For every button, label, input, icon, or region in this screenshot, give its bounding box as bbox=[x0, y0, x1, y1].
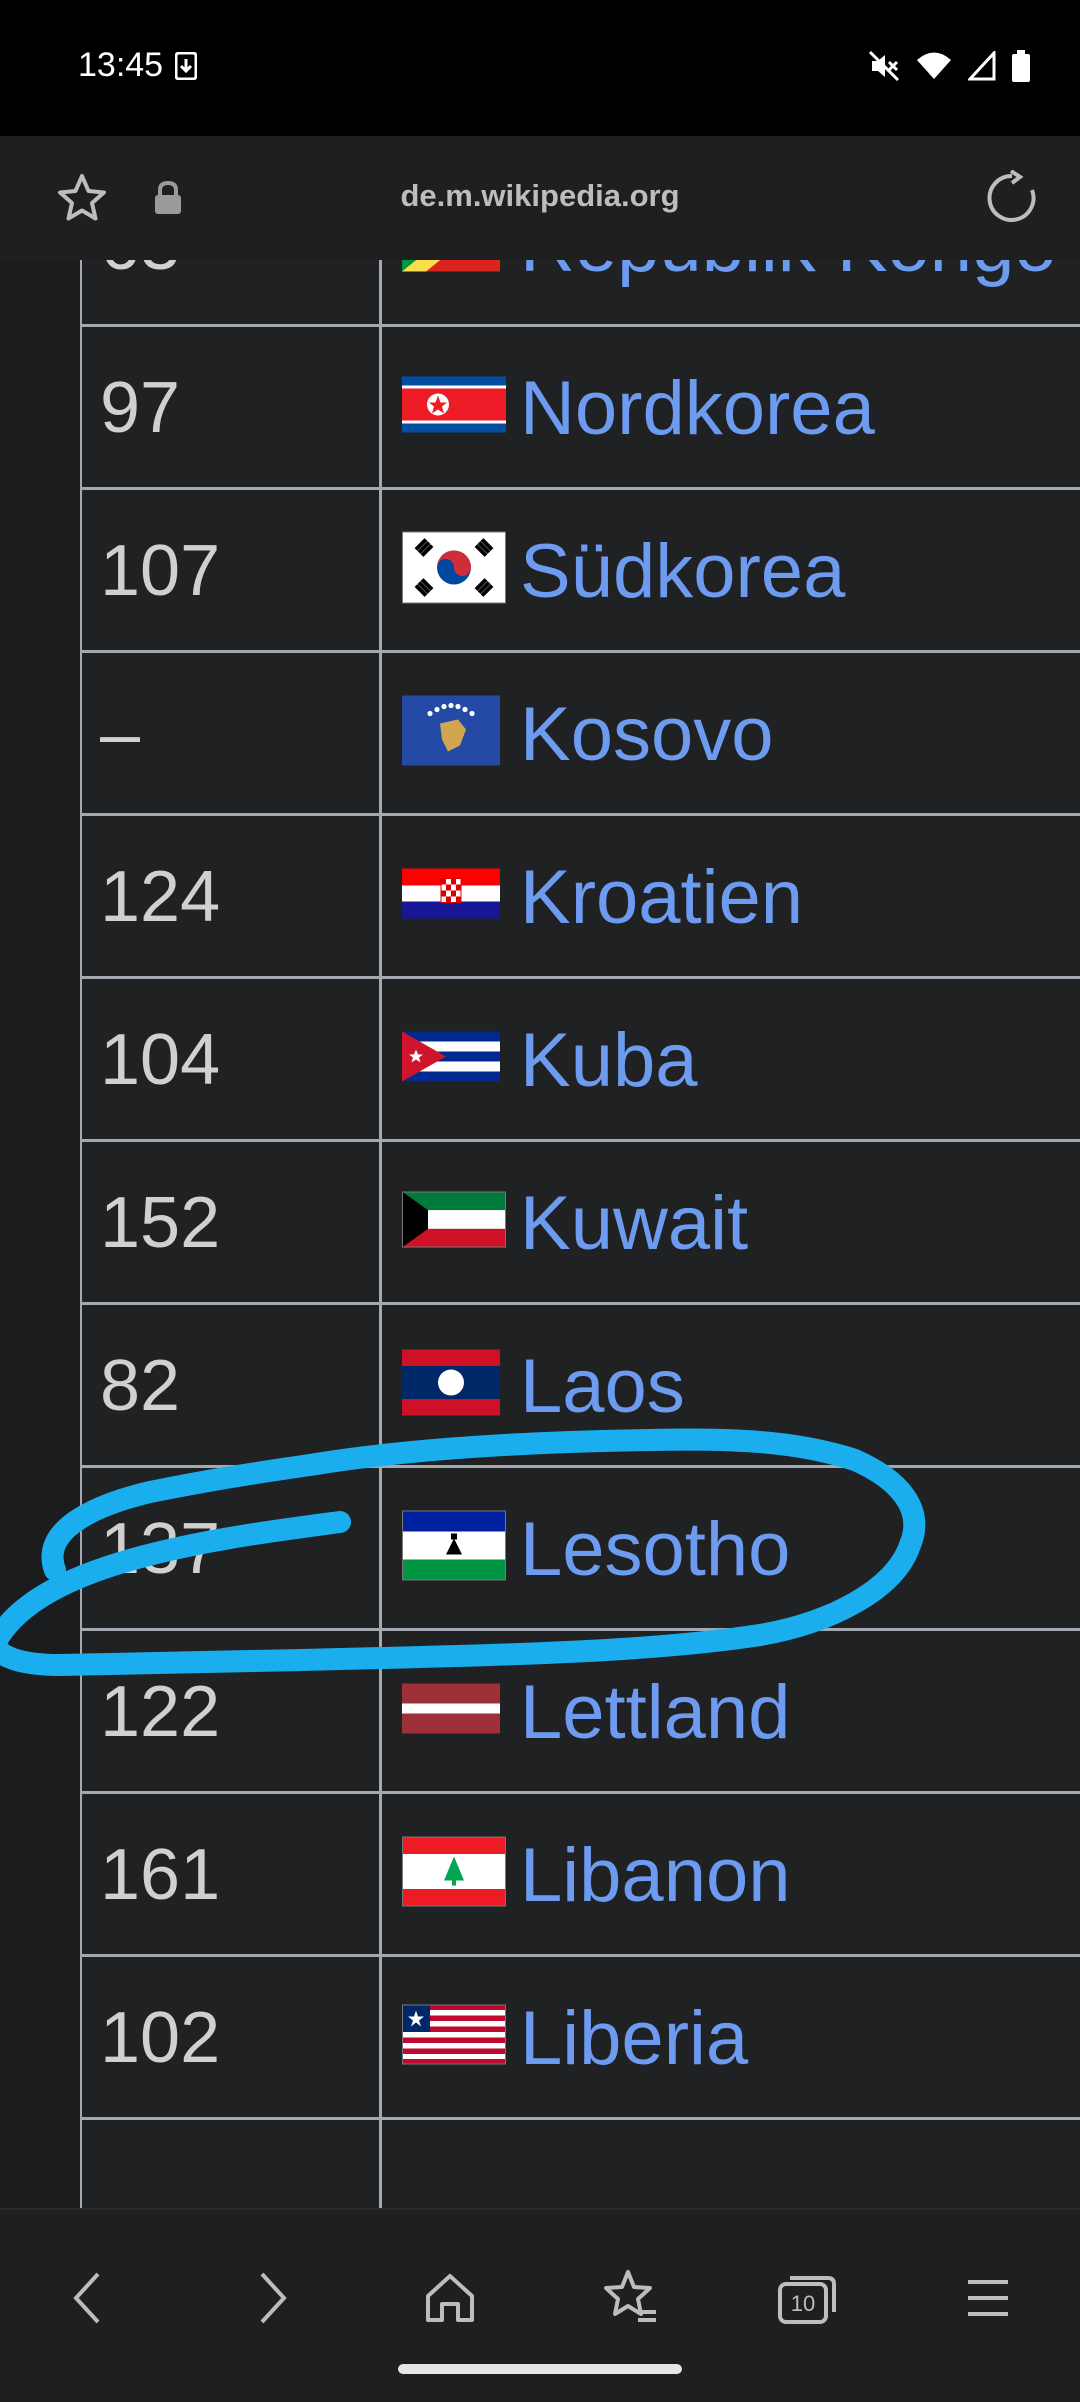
table-cell-number: 122 bbox=[82, 1631, 382, 1791]
table-cell-number: – bbox=[82, 653, 382, 813]
reload-icon[interactable] bbox=[984, 169, 1040, 231]
table-row: 63 Republik Kongo bbox=[82, 260, 1080, 327]
lebanon-flag-icon bbox=[401, 1835, 507, 1912]
congo-flag-icon bbox=[402, 260, 500, 277]
table-cell-country: Liberia bbox=[382, 1957, 1080, 2117]
table-row: 152 Kuwait bbox=[82, 1142, 1080, 1305]
battery-icon bbox=[1012, 50, 1030, 87]
table-cell-number: 63 bbox=[82, 260, 382, 324]
status-time: 13:45 bbox=[78, 46, 164, 84]
table-cell-country: Libanon bbox=[382, 1794, 1080, 1954]
table-row: 137 Lesotho bbox=[82, 1468, 1080, 1631]
table-row: – Kosovo bbox=[82, 653, 1080, 816]
cuba-flag-icon bbox=[402, 1031, 500, 1087]
page-content[interactable]: 63 Republik Kongo 97 Nordkorea 107 bbox=[0, 260, 1080, 2208]
table-cell-number: 137 bbox=[82, 1468, 382, 1628]
country-link[interactable]: Kroatien bbox=[520, 816, 803, 979]
country-link[interactable]: Kosovo bbox=[520, 653, 774, 816]
back-icon[interactable] bbox=[38, 2248, 138, 2348]
table-cell-country bbox=[382, 2120, 1080, 2208]
table-cell-number: 97 bbox=[82, 327, 382, 487]
download-icon bbox=[174, 51, 198, 85]
country-link[interactable]: Kuwait bbox=[520, 1142, 748, 1305]
status-bar: 13:45 bbox=[0, 0, 1080, 136]
south-korea-flag-icon bbox=[401, 530, 507, 609]
table-row: 124 Kroatien bbox=[82, 816, 1080, 979]
table-cell-country: Kroatien bbox=[382, 816, 1080, 976]
table-cell-number: 102 bbox=[82, 1957, 382, 2117]
tabs-icon[interactable]: 10 bbox=[758, 2248, 858, 2348]
home-indicator[interactable] bbox=[398, 2364, 682, 2374]
croatia-flag-icon bbox=[402, 868, 500, 924]
table-cell-country: Kosovo bbox=[382, 653, 1080, 813]
table-cell-country: Republik Kongo bbox=[382, 260, 1080, 324]
table-cell-country: Nordkorea bbox=[382, 327, 1080, 487]
north-korea-flag-icon bbox=[402, 376, 506, 438]
latvia-flag-icon bbox=[402, 1683, 500, 1739]
home-icon[interactable] bbox=[400, 2248, 500, 2348]
country-link[interactable]: Nordkorea bbox=[520, 327, 875, 490]
table-cell-country: Laos bbox=[382, 1305, 1080, 1465]
table-row bbox=[82, 2120, 1080, 2208]
mute-icon bbox=[868, 50, 900, 87]
country-link[interactable]: Lettland bbox=[520, 1631, 790, 1794]
table-cell-number: 124 bbox=[82, 816, 382, 976]
table-cell-number: 104 bbox=[82, 979, 382, 1139]
table-row: 102 Liberia bbox=[82, 1957, 1080, 2120]
table-row: 107 Südkorea bbox=[82, 490, 1080, 653]
table-cell-country: Lesotho bbox=[382, 1468, 1080, 1628]
kosovo-flag-icon bbox=[402, 695, 500, 771]
country-link[interactable]: Republik Kongo bbox=[520, 260, 1057, 327]
wifi-icon bbox=[916, 51, 952, 86]
country-link[interactable]: Kuba bbox=[520, 979, 698, 1142]
table-cell-country: Kuba bbox=[382, 979, 1080, 1139]
table-row: 122 Lettland bbox=[82, 1631, 1080, 1794]
table-cell-country: Südkorea bbox=[382, 490, 1080, 650]
url-text[interactable]: de.m.wikipedia.org bbox=[0, 178, 1080, 214]
liberia-flag-icon bbox=[401, 2003, 507, 2070]
table-row: 104 Kuba bbox=[82, 979, 1080, 1142]
table-cell-number: 107 bbox=[82, 490, 382, 650]
country-link[interactable]: Liberia bbox=[520, 1957, 748, 2120]
table-cell-number bbox=[82, 2120, 382, 2208]
forward-icon[interactable] bbox=[222, 2248, 322, 2348]
table-row: 161 Libanon bbox=[82, 1794, 1080, 1957]
country-link[interactable]: Laos bbox=[520, 1305, 685, 1468]
table-cell-number: 152 bbox=[82, 1142, 382, 1302]
table-cell-number: 161 bbox=[82, 1794, 382, 1954]
country-table: 63 Republik Kongo 97 Nordkorea 107 bbox=[80, 260, 1080, 2208]
url-bar[interactable]: de.m.wikipedia.org bbox=[0, 136, 1080, 262]
table-cell-country: Kuwait bbox=[382, 1142, 1080, 1302]
bookmarks-icon[interactable] bbox=[580, 2248, 680, 2348]
table-cell-number: 82 bbox=[82, 1305, 382, 1465]
table-row: 82 Laos bbox=[82, 1305, 1080, 1468]
signal-icon bbox=[966, 49, 996, 86]
table-cell-country: Lettland bbox=[382, 1631, 1080, 1791]
kuwait-flag-icon bbox=[401, 1190, 507, 1253]
country-link[interactable]: Lesotho bbox=[520, 1468, 790, 1631]
menu-icon[interactable] bbox=[938, 2248, 1038, 2348]
left-margin bbox=[0, 260, 80, 2208]
tab-count: 10 bbox=[791, 2291, 815, 2316]
lesotho-flag-icon bbox=[401, 1509, 507, 1586]
laos-flag-icon bbox=[402, 1349, 500, 1421]
country-link[interactable]: Libanon bbox=[520, 1794, 791, 1957]
country-link[interactable]: Südkorea bbox=[520, 490, 845, 653]
table-row: 97 Nordkorea bbox=[82, 327, 1080, 490]
